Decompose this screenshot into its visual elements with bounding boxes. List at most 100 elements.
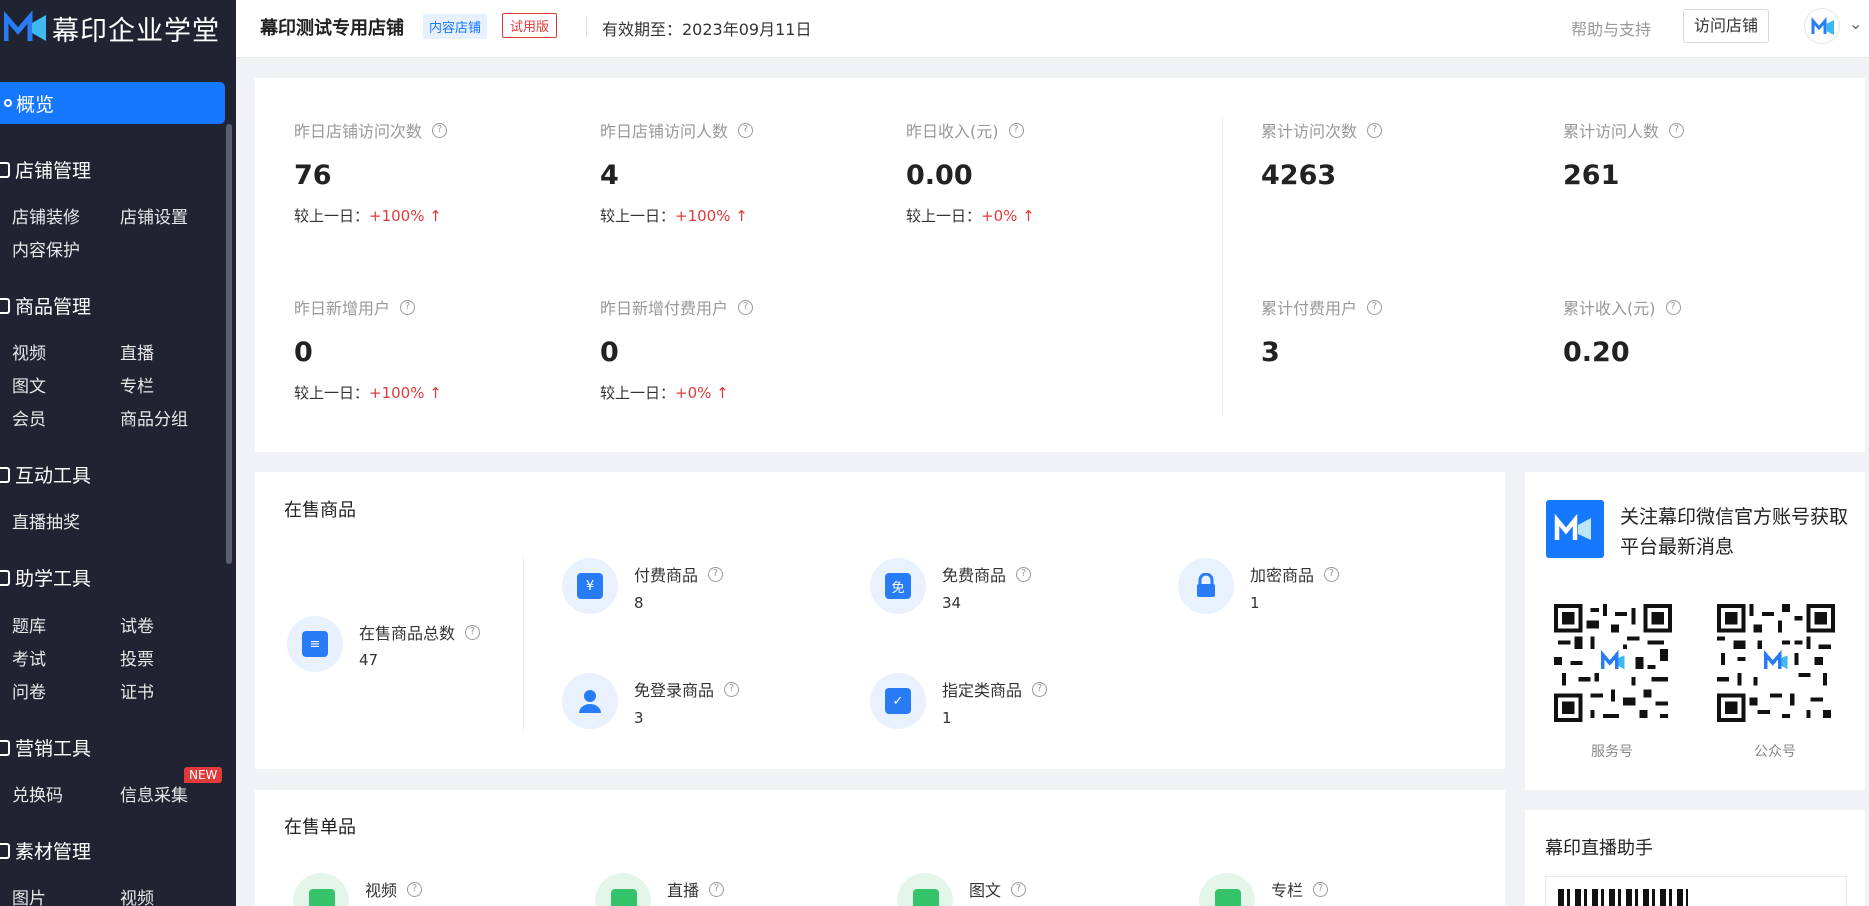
nav-overview-label: 概览 (16, 93, 55, 116)
nav-item-column[interactable]: 专栏 (120, 372, 154, 397)
nav-group-goods[interactable]: 商品管理 (0, 292, 91, 319)
help-icon[interactable]: ? (1008, 122, 1024, 138)
help-icon[interactable]: ? (432, 122, 448, 138)
nav-group-materials-label: 素材管理 (15, 841, 92, 863)
nav-item-videos[interactable]: 视频 (120, 884, 154, 906)
encrypted-goods-value: 1 (1250, 594, 1260, 612)
compare-label: 较上一日： (600, 384, 676, 402)
help-icon[interactable]: ? (738, 122, 754, 138)
compare-change: +0% ↑ (675, 384, 729, 402)
stat-value: 261 (1563, 160, 1620, 191)
avatar[interactable] (1804, 8, 1840, 44)
nav-item-vote[interactable]: 投票 (120, 645, 154, 670)
help-icon[interactable]: ? (708, 566, 724, 582)
nav-item-goods-group[interactable]: 商品分组 (120, 405, 188, 430)
nav-group-store[interactable]: 店铺管理 (0, 156, 91, 183)
goods-title: 在售商品 (284, 500, 356, 521)
stat-value: 0.20 (1563, 337, 1630, 368)
encrypted-goods-label: 加密商品? (1250, 562, 1340, 586)
help-icon[interactable]: ? (1665, 299, 1681, 315)
designated-goods-circle[interactable]: ✓ (870, 673, 926, 729)
no-login-goods-label: 免登录商品? (634, 677, 740, 701)
help-icon[interactable]: ? (1367, 122, 1383, 138)
paid-goods-circle[interactable]: ¥ (562, 558, 618, 614)
paid-goods-value: 8 (634, 594, 644, 612)
overview-icon (4, 99, 12, 107)
help-icon[interactable]: ? (465, 624, 481, 640)
help-icon[interactable]: ? (1324, 566, 1340, 582)
interaction-icon (0, 466, 10, 483)
nav-group-study[interactable]: 助学工具 (0, 564, 91, 591)
sidebar-scrollbar[interactable] (226, 124, 232, 564)
nav-item-store-decoration[interactable]: 店铺装修 (12, 203, 80, 228)
header-divider (586, 16, 587, 36)
chevron-down-icon[interactable]: ⌄ (1849, 14, 1862, 33)
top-header: 幕印测试专用店铺 内容店铺 试用版 有效期至：2023年09月11日 帮助与支持… (236, 0, 1869, 58)
stat-value: 4263 (1261, 160, 1337, 191)
help-icon[interactable]: ? (1032, 681, 1048, 697)
nav-item-certificate[interactable]: 证书 (120, 678, 154, 703)
help-support-link[interactable]: 帮助与支持 (1571, 16, 1651, 40)
free-goods-circle[interactable]: 免 (870, 558, 926, 614)
stat-yesterday-new-users: 昨日新增用户? 0 较上一日：+100% ↑ (294, 295, 442, 403)
help-icon[interactable]: ? (1313, 881, 1329, 897)
nav-item-exam-paper[interactable]: 试卷 (120, 612, 154, 637)
brand-logo[interactable]: 幕印企业学堂 (0, 8, 220, 48)
valid-until: 有效期至：2023年09月11日 (602, 20, 812, 39)
nav-group-materials[interactable]: 素材管理 (0, 837, 91, 864)
visit-store-button[interactable]: 访问店铺 (1683, 9, 1770, 43)
nav-item-content-protection[interactable]: 内容保护 (12, 236, 80, 261)
nav-item-video[interactable]: 视频 (12, 339, 46, 364)
help-icon[interactable]: ? (400, 299, 416, 315)
nav-item-live[interactable]: 直播 (120, 339, 154, 364)
nav-item-survey[interactable]: 问卷 (12, 678, 46, 703)
encrypted-goods-circle[interactable] (1178, 558, 1234, 614)
help-icon[interactable]: ? (1669, 122, 1685, 138)
help-icon[interactable]: ? (709, 881, 725, 897)
store-icon (0, 161, 10, 178)
sidebar: 幕印企业学堂 概览 店铺管理 店铺装修 店铺设置 内容保护 商品管理 视频 直播… (0, 0, 236, 906)
single-column-label: 专栏? (1271, 877, 1329, 901)
nav-item-images[interactable]: 图片 (12, 884, 46, 906)
single-video-label: 视频? (365, 877, 423, 901)
nav-item-redeem-code[interactable]: 兑换码 (12, 781, 63, 806)
nav-group-interaction[interactable]: 互动工具 (0, 461, 91, 488)
live-helper-qr-box (1545, 876, 1847, 906)
help-icon[interactable]: ? (724, 681, 740, 697)
avatar-logo-icon (1811, 16, 1834, 35)
single-live-label: 直播? (667, 877, 725, 901)
paid-goods-label: 付费商品? (634, 562, 724, 586)
help-icon[interactable]: ? (1016, 566, 1032, 582)
nav-item-exam[interactable]: 考试 (12, 645, 46, 670)
nav-overview[interactable]: 概览 (0, 82, 225, 124)
compare-label: 较上一日： (294, 384, 370, 402)
help-icon[interactable]: ? (1011, 881, 1027, 897)
nav-item-question-bank[interactable]: 题库 (12, 612, 46, 637)
goods-divider (523, 557, 524, 731)
compare-label: 较上一日： (294, 207, 370, 225)
help-icon[interactable]: ? (1367, 299, 1383, 315)
stat-compare: 较上一日：+0% ↑ (906, 205, 1035, 226)
nav-item-info-collection[interactable]: 信息采集 (120, 781, 188, 806)
nav-item-live-lottery[interactable]: 直播抽奖 (12, 508, 80, 533)
nav-item-article[interactable]: 图文 (12, 372, 46, 397)
help-icon[interactable]: ? (407, 881, 423, 897)
free-goods-label: 免费商品? (942, 562, 1032, 586)
official-account-qr[interactable] (1717, 604, 1835, 722)
nav-item-store-settings[interactable]: 店铺设置 (120, 203, 188, 228)
nav-item-member[interactable]: 会员 (12, 405, 46, 430)
stat-compare: 较上一日：+100% ↑ (294, 382, 442, 403)
service-account-qr[interactable] (1554, 604, 1672, 722)
stat-yesterday-visits: 昨日店铺访问次数? 76 较上一日：+100% ↑ (294, 118, 448, 226)
stat-label: 累计访问人数 (1563, 122, 1660, 141)
stat-value: 0.00 (906, 160, 973, 191)
nav-group-marketing[interactable]: 营销工具 (0, 734, 91, 761)
stat-compare: 较上一日：+100% ↑ (294, 205, 447, 226)
live-helper-qr[interactable] (1558, 889, 1688, 906)
no-login-goods-circle[interactable] (562, 673, 618, 729)
stat-total-visitors: 累计访问人数? 261 (1563, 118, 1685, 191)
stat-label: 累计收入(元) (1563, 299, 1656, 318)
stat-value: 4 (600, 160, 619, 191)
compare-label: 较上一日： (600, 207, 676, 225)
help-icon[interactable]: ? (738, 299, 754, 315)
